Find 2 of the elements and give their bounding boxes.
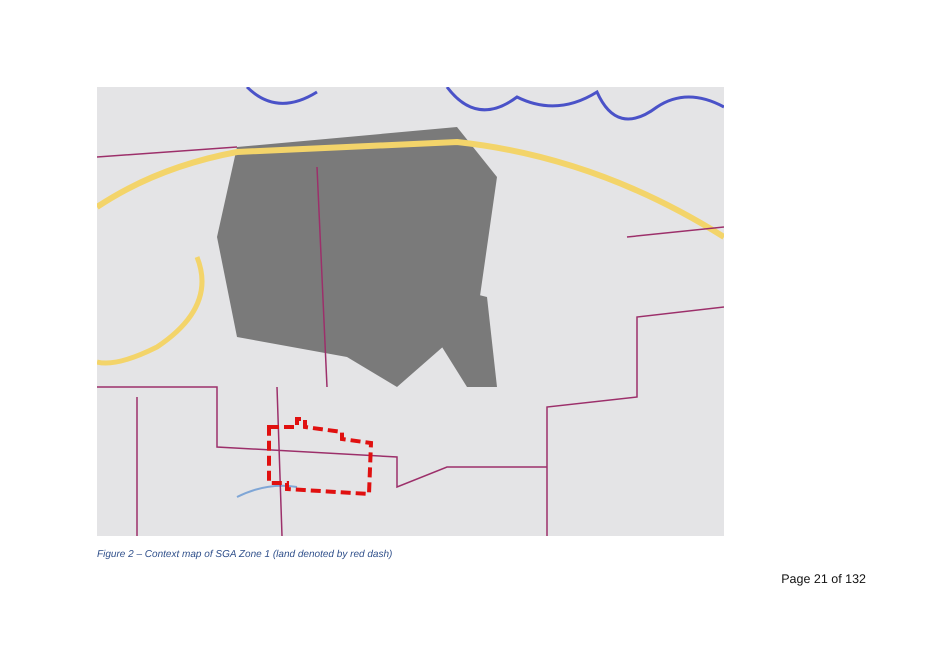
figure-caption: Figure 2 – Context map of SGA Zone 1 (land denoted by red dash) [97,549,394,560]
page-number: Page 21 of 132 [781,572,866,586]
